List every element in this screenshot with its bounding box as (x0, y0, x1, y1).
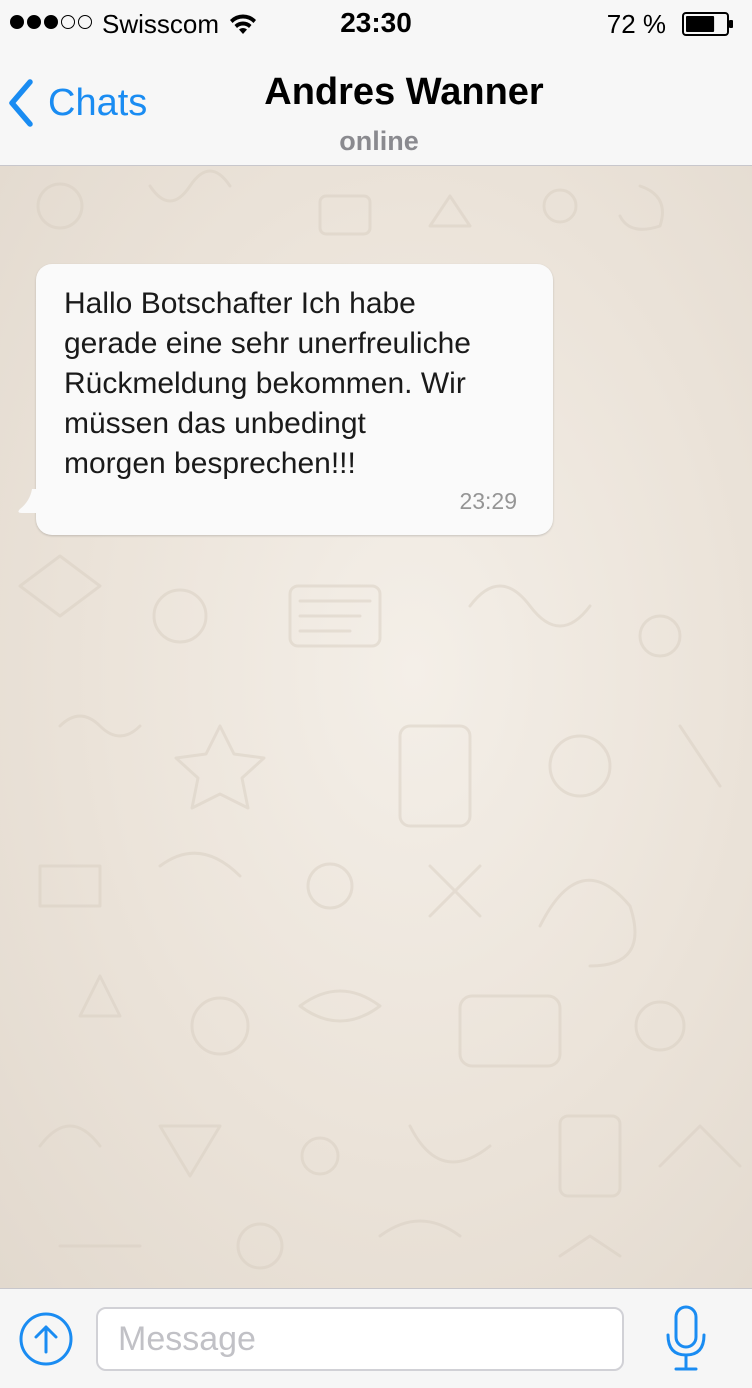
message-text: Hallo Botschafter Ich habe gerade eine s… (64, 287, 471, 480)
battery-icon (682, 12, 733, 36)
message-composer (0, 1288, 752, 1388)
battery-fill (686, 16, 715, 32)
arrow-up-circle-icon[interactable] (18, 1311, 74, 1367)
chat-header: Chats Andres Wanner online (0, 48, 752, 166)
message-timestamp: 23:29 (459, 488, 517, 514)
contact-status: online (339, 126, 419, 156)
battery-percentage: 72 % (606, 9, 666, 39)
message-tail (18, 489, 48, 513)
message-input[interactable] (96, 1307, 624, 1371)
chat-screen: Swisscom 23:30 72 % Chats Andres Wanner … (0, 0, 752, 1388)
microphone-icon[interactable] (664, 1305, 708, 1373)
incoming-message[interactable]: Hallo Botschafter Ich habe gerade eine s… (18, 264, 553, 535)
status-bar: Swisscom 23:30 72 % (0, 0, 752, 48)
message-list[interactable]: Hallo Botschafter Ich habe gerade eine s… (0, 166, 752, 1288)
contact-name[interactable]: Andres Wanner (0, 68, 752, 116)
